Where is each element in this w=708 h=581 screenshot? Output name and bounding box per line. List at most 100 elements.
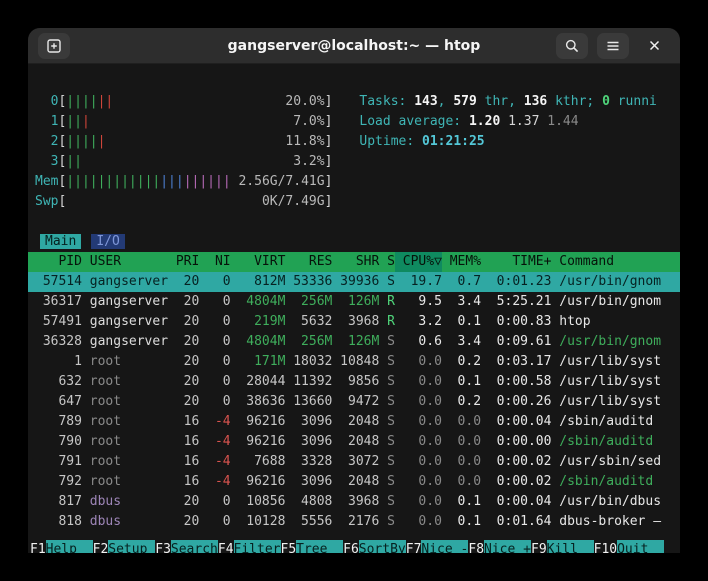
- stat-text: kthr;: [547, 94, 603, 109]
- titlebar[interactable]: gangserver@localhost:~ — htop: [28, 28, 680, 64]
- menu-button[interactable]: [597, 32, 629, 59]
- cell-pid: 1: [74, 354, 82, 369]
- tasks-line: Tasks: 143, 579 thr, 136 kthr; 0 runni: [352, 92, 656, 112]
- cell-cpu: 0.0: [418, 454, 442, 469]
- fnkey-f3[interactable]: F3 Search: [155, 540, 218, 553]
- process-row[interactable]: 790 root 16 -4 96216 3096 2048 S 0.0 0.0 0:00.00/s…: [28, 432, 680, 452]
- fnkey-f1[interactable]: F1 Help: [30, 540, 93, 553]
- cell-res: 13660: [293, 394, 333, 409]
- process-row[interactable]: 36328 gangserver 20 0 4804M 256M 126M S 0.6 3.4 0:…: [28, 332, 680, 352]
- meter-bracket: ]: [324, 114, 333, 129]
- close-button[interactable]: [638, 33, 670, 59]
- column-header-mem[interactable]: MEM%: [442, 252, 481, 272]
- cell-s: S: [387, 494, 395, 509]
- cell-pid: 790: [58, 434, 82, 449]
- cell-mem: 0.0: [457, 474, 482, 489]
- cell-time: 0:09.61: [496, 334, 552, 349]
- meter-segment-green: ||||: [66, 94, 98, 109]
- cell-s: S: [387, 514, 395, 529]
- fnkey-number: F3: [155, 542, 171, 553]
- meter-segment-red: ||: [97, 94, 114, 109]
- meter-value: 3.2%: [293, 154, 325, 169]
- cell-res: 3096: [301, 434, 333, 449]
- column-header-s[interactable]: S: [379, 252, 395, 272]
- cell-pid: 57514: [42, 274, 82, 289]
- fnkey-number: F10: [593, 542, 618, 553]
- cell-mem: 3.4: [457, 334, 482, 349]
- meter-value: 0K/7.49G: [261, 194, 325, 209]
- cell-shr: 2048: [348, 434, 380, 449]
- cell-pid: 632: [58, 374, 82, 389]
- fnkey-f9[interactable]: F9 Kill: [531, 540, 594, 553]
- cell-virt: 10128: [246, 514, 286, 529]
- cell-ni: 0: [222, 354, 231, 369]
- meter-bracket: [: [58, 174, 67, 189]
- stat-text: ,: [437, 94, 454, 109]
- process-row[interactable]: 1 root 20 0 171M 18032 10848 S 0.0 0.2 0:03.17/usr…: [28, 352, 680, 372]
- cell-ni: 0: [222, 294, 231, 309]
- meter-segment-green: ||||: [66, 134, 98, 149]
- cell-user: gangserver: [89, 314, 169, 329]
- stat-text: 1.20: [468, 114, 501, 129]
- uptime-line: Uptime: 01:21:25: [352, 132, 656, 152]
- fnkey-number: F2: [92, 542, 109, 553]
- stat-text: 143: [414, 94, 438, 109]
- column-header-cmd[interactable]: Command: [551, 252, 614, 272]
- fnkey-label: Help: [45, 540, 93, 553]
- column-header-time[interactable]: TIME+: [481, 252, 551, 272]
- terminal-content[interactable]: 0[|||||| 20.0%] 1[||| 7.0%] 2[||||| 11.8%] 3[|…: [28, 64, 680, 553]
- meter-value: 2.56G/7.41G: [238, 174, 325, 189]
- process-row[interactable]: 818 dbus 20 0 10128 5556 2176 S 0.0 0.1 0:01.64 dbu…: [28, 512, 680, 532]
- cell-time: 0:00.02: [496, 474, 552, 489]
- cell-cpu: 0.0: [418, 414, 442, 429]
- column-header-ni[interactable]: NI: [199, 252, 231, 272]
- cell-virt: 4804M: [246, 334, 286, 349]
- process-row[interactable]: 36317 gangserver 20 0 4804M 256M 126M R 9.5 3.4 5:…: [28, 292, 680, 312]
- cell-virt: 10856: [246, 494, 286, 509]
- fnkey-f4[interactable]: F4 Filter: [218, 540, 281, 553]
- meter-segment-red: |: [81, 114, 90, 129]
- cell-pri: 20: [183, 494, 200, 509]
- tab-io[interactable]: I/O: [91, 234, 125, 249]
- fnkey-number: F6: [343, 542, 359, 553]
- column-header-user[interactable]: USER: [82, 252, 168, 272]
- process-row[interactable]: 792 root 16 -4 96216 3096 2048 S 0.0 0.0 0:00.02/s…: [28, 472, 680, 492]
- close-icon: [649, 40, 659, 51]
- process-row[interactable]: 632 root 20 0 28044 11392 9856 S 0.0 0.1 0:00.58/u…: [28, 372, 680, 392]
- cell-pri: 20: [183, 274, 200, 289]
- process-row[interactable]: 647 root 20 0 38636 13660 9472 S 0.0 0.2 0:00.26/u…: [28, 392, 680, 412]
- process-row[interactable]: 789 root 16 -4 96216 3096 2048 S 0.0 0.0 0:00.04/s…: [28, 412, 680, 432]
- cell-user: gangserver: [89, 294, 169, 309]
- column-header-shr[interactable]: SHR: [332, 252, 379, 272]
- process-row[interactable]: 57491 gangserver 20 0 219M 5632 3968 R 3.2 0.1 0:0…: [28, 312, 680, 332]
- cell-user: dbus: [89, 494, 122, 509]
- fnkey-f5[interactable]: F5 Tree: [281, 540, 344, 553]
- meter-label: 1: [50, 114, 59, 129]
- new-tab-button[interactable]: [38, 32, 70, 59]
- cell-virt: 219M: [254, 314, 286, 329]
- column-header-cpu[interactable]: CPU%▽: [394, 252, 442, 272]
- fnkey-f8[interactable]: F8 Nice +: [468, 540, 531, 553]
- process-row[interactable]: 817 dbus 20 0 10856 4808 3968 S 0.0 0.1 0:00.04/us…: [28, 492, 680, 512]
- fnkey-f2[interactable]: F2 Setup: [93, 540, 156, 553]
- cell-time: 0:00.83: [496, 314, 552, 329]
- htop-header-area: 0[|||||| 20.0%] 1[||| 7.0%] 2[||||| 11.8%] 3[|…: [28, 92, 680, 212]
- meter-bracket: [: [58, 94, 67, 109]
- fnkey-f7[interactable]: F7 Nice -: [406, 540, 469, 553]
- cell-res: 4808: [301, 494, 333, 509]
- column-header-pid[interactable]: PID: [35, 252, 81, 272]
- meter-bracket: ]: [324, 94, 333, 109]
- stat-text: runni: [609, 94, 657, 109]
- fnkey-f6[interactable]: F6 SortBy: [343, 540, 406, 553]
- search-button[interactable]: [556, 32, 588, 59]
- column-header-virt[interactable]: VIRT: [231, 252, 285, 272]
- fnkey-label: Search: [170, 540, 218, 553]
- fnkey-f10[interactable]: F10 Quit: [593, 540, 665, 553]
- process-row[interactable]: 57514 gangserver 20 0 812M 53336 39936 S 19.7 0.7…: [28, 272, 680, 292]
- column-header-pri[interactable]: PRI: [168, 252, 199, 272]
- tab-main[interactable]: Main: [40, 234, 82, 249]
- process-row[interactable]: 791 root 16 -4 7688 3328 3072 S 0.0 0.0 0:00.02/us…: [28, 452, 680, 472]
- meter-bar-area: ||||||||||||||||||||| 2.56G/7.41G: [66, 172, 324, 192]
- cell-s: S: [387, 434, 395, 449]
- column-header-res[interactable]: RES: [285, 252, 332, 272]
